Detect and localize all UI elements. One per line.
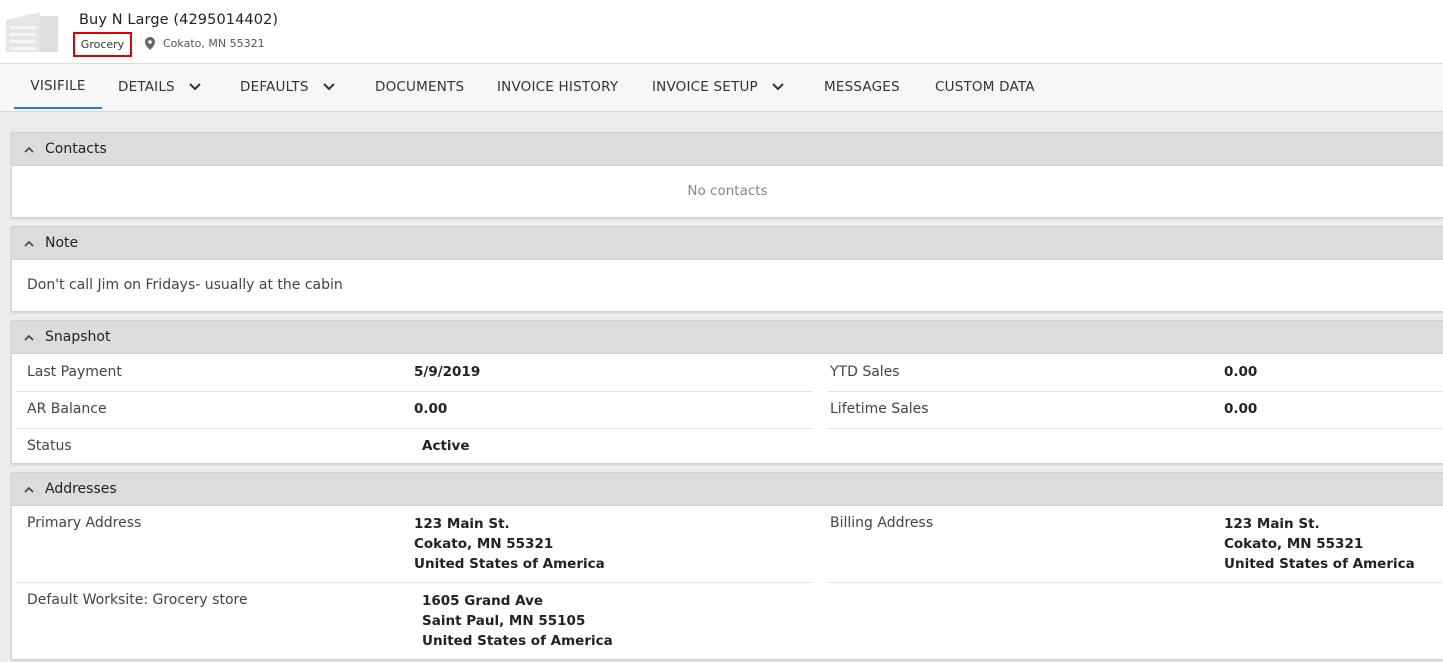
chevron-up-icon bbox=[24, 486, 34, 493]
tab-label: CUSTOM DATA bbox=[935, 79, 1035, 95]
panel-title: Snapshot bbox=[45, 329, 111, 345]
ytd-sales-value: 0.00 bbox=[1224, 364, 1258, 380]
snapshot-panel-header[interactable]: Snapshot bbox=[12, 321, 1443, 354]
tab-label: MESSAGES bbox=[824, 79, 900, 95]
tab-invoice-setup[interactable]: INVOICE SETUP bbox=[652, 64, 784, 110]
tab-label: VISIFILE bbox=[30, 77, 86, 94]
chevron-up-icon bbox=[24, 146, 34, 153]
address-line: United States of America bbox=[414, 556, 605, 572]
tab-label: DOCUMENTS bbox=[375, 79, 465, 95]
tab-documents[interactable]: DOCUMENTS bbox=[375, 64, 464, 110]
panel-title: Addresses bbox=[45, 481, 117, 497]
chevron-up-icon bbox=[24, 240, 34, 247]
row-divider bbox=[828, 391, 1443, 392]
contacts-empty-text: No contacts bbox=[687, 183, 768, 199]
lifetime-sales-label: Lifetime Sales bbox=[830, 401, 929, 417]
note-panel-header[interactable]: Note bbox=[12, 227, 1443, 260]
lifetime-sales-value: 0.00 bbox=[1224, 401, 1258, 417]
chevron-up-icon bbox=[24, 334, 34, 341]
category-badge[interactable]: Grocery bbox=[73, 32, 132, 57]
billing-address-value: 123 Main St. Cokato, MN 55321 United Sta… bbox=[1224, 514, 1415, 574]
tab-label: DEFAULTS bbox=[240, 79, 309, 95]
tab-visifile[interactable]: VISIFILE bbox=[14, 64, 102, 109]
map-pin-icon bbox=[145, 37, 155, 50]
default-worksite-label: Default Worksite: Grocery store bbox=[27, 592, 248, 608]
snapshot-panel: Snapshot Last Payment 5/9/2019 YTD Sales… bbox=[11, 320, 1443, 464]
address-line: Saint Paul, MN 55105 bbox=[422, 613, 586, 629]
address-line: United States of America bbox=[422, 633, 613, 649]
row-divider bbox=[16, 582, 813, 583]
tab-invoice-history[interactable]: INVOICE HISTORY bbox=[497, 64, 618, 110]
tab-bar: VISIFILE DETAILS DEFAULTS DOCUMENTS INVO… bbox=[0, 64, 1443, 112]
tab-label: INVOICE SETUP bbox=[652, 79, 758, 95]
contacts-panel-header[interactable]: Contacts bbox=[12, 133, 1443, 166]
default-worksite-value: 1605 Grand Ave Saint Paul, MN 55105 Unit… bbox=[422, 591, 613, 651]
row-divider bbox=[828, 582, 1443, 583]
chevron-down-icon bbox=[772, 83, 784, 91]
addresses-panel-header[interactable]: Addresses bbox=[12, 473, 1443, 506]
status-value: Active bbox=[422, 438, 470, 454]
billing-address-label: Billing Address bbox=[830, 515, 934, 531]
primary-address-value: 123 Main St. Cokato, MN 55321 United Sta… bbox=[414, 514, 605, 574]
tab-label: INVOICE HISTORY bbox=[497, 79, 619, 95]
address-line: Cokato, MN 55321 bbox=[1224, 536, 1364, 552]
panel-title: Contacts bbox=[45, 141, 107, 157]
addresses-panel: Addresses Primary Address 123 Main St. C… bbox=[11, 472, 1443, 660]
ytd-sales-label: YTD Sales bbox=[830, 364, 900, 380]
status-label: Status bbox=[27, 438, 72, 454]
primary-address-label: Primary Address bbox=[27, 515, 142, 531]
ar-balance-label: AR Balance bbox=[27, 401, 107, 417]
note-text: Don't call Jim on Fridays- usually at th… bbox=[27, 277, 343, 293]
address-line: 123 Main St. bbox=[1224, 516, 1320, 532]
tab-custom-data[interactable]: CUSTOM DATA bbox=[935, 64, 1035, 110]
customer-name: Buy N Large (4295014402) bbox=[79, 12, 279, 28]
chevron-down-icon bbox=[322, 83, 335, 91]
address-line: 123 Main St. bbox=[414, 516, 510, 532]
building-icon bbox=[6, 12, 58, 52]
panel-title: Note bbox=[45, 235, 79, 251]
customer-header: Buy N Large (4295014402) Grocery · Cokat… bbox=[0, 0, 1443, 64]
tab-label: DETAILS bbox=[118, 79, 175, 95]
separator-dot: · bbox=[134, 37, 138, 48]
tab-details[interactable]: DETAILS bbox=[118, 64, 201, 110]
address-line: United States of America bbox=[1224, 556, 1415, 572]
row-divider bbox=[16, 391, 813, 392]
ar-balance-value: 0.00 bbox=[414, 401, 448, 417]
customer-location: Cokato, MN 55321 bbox=[163, 37, 265, 50]
row-divider bbox=[828, 428, 1443, 429]
last-payment-value: 5/9/2019 bbox=[414, 364, 481, 380]
tab-defaults[interactable]: DEFAULTS bbox=[240, 64, 335, 110]
note-panel: Note Don't call Jim on Fridays- usually … bbox=[11, 226, 1443, 312]
contacts-panel: Contacts No contacts bbox=[11, 132, 1443, 218]
address-line: Cokato, MN 55321 bbox=[414, 536, 554, 552]
address-line: 1605 Grand Ave bbox=[422, 593, 544, 609]
chevron-down-icon bbox=[189, 83, 201, 91]
last-payment-label: Last Payment bbox=[27, 364, 122, 380]
tab-messages[interactable]: MESSAGES bbox=[824, 64, 900, 110]
row-divider bbox=[16, 428, 813, 429]
